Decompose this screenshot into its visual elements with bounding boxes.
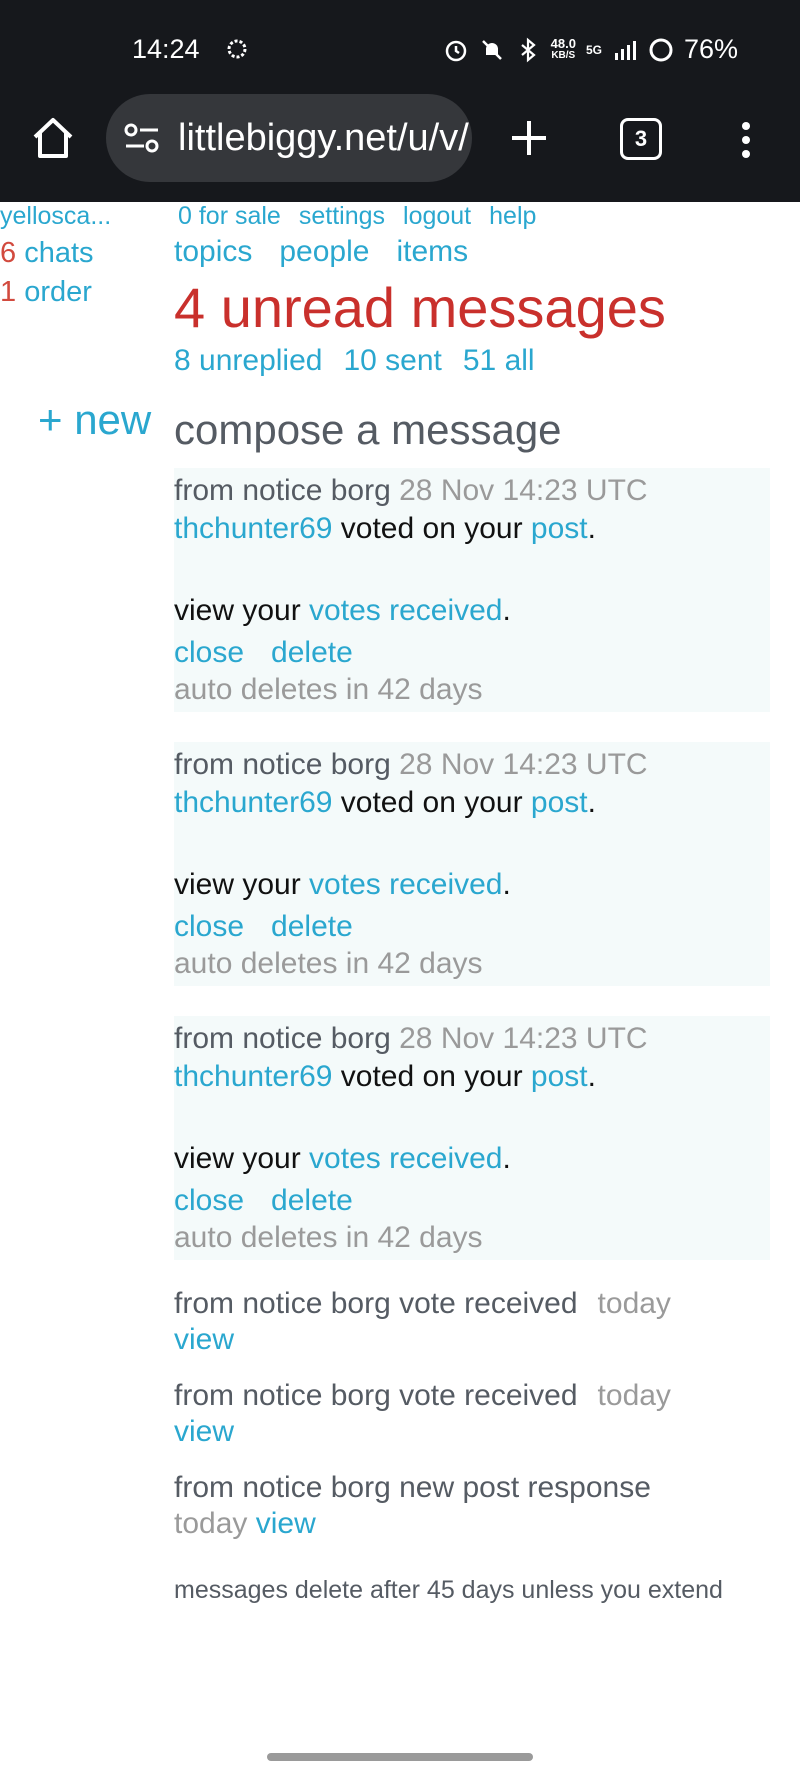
user-link[interactable]: thchunter69 <box>174 512 332 545</box>
all-link[interactable]: 51 all <box>463 344 535 378</box>
auto-delete-notice: auto deletes in 42 days <box>174 673 483 706</box>
top-nav: 0 for sale settings logout help <box>174 202 770 231</box>
settings-link[interactable]: settings <box>299 202 385 231</box>
site-settings-icon[interactable] <box>122 121 162 155</box>
alarm-icon <box>445 40 466 61</box>
view-link[interactable]: view <box>256 1507 316 1540</box>
orders-link[interactable]: 1 order <box>0 276 170 309</box>
signal-icon <box>614 40 636 60</box>
url-text[interactable]: littlebiggy.net/u/v/ <box>178 117 469 160</box>
notification-dot-icon <box>227 39 247 59</box>
delete-button[interactable]: delete <box>271 634 353 672</box>
chats-count: 6 <box>0 237 17 269</box>
status-time: 14:24 <box>132 34 200 64</box>
sidebar: yellosca... 6 chats 1 order <box>0 202 170 309</box>
battery-ring-icon <box>649 38 673 61</box>
network-type: 5G <box>585 42 602 57</box>
message-card: from notice borg 28 Nov 14:23 UTC thchun… <box>174 742 770 986</box>
message-from: from notice borg <box>174 1022 391 1055</box>
sent-link[interactable]: 10 sent <box>343 344 441 378</box>
orders-label: order <box>24 276 92 308</box>
delete-button[interactable]: delete <box>271 1182 353 1220</box>
post-link[interactable]: post <box>531 512 588 545</box>
view-link[interactable]: view <box>174 1415 234 1448</box>
retention-footnote: messages delete after 45 days unless you… <box>174 1576 723 1604</box>
view-text: view your <box>174 594 310 627</box>
notice-time: today <box>174 1507 248 1540</box>
notice-text: from notice borg vote received <box>174 1287 578 1320</box>
home-icon[interactable] <box>30 115 76 161</box>
new-tab-icon[interactable] <box>506 115 552 161</box>
message-card: from notice borg 28 Nov 14:23 UTC thchun… <box>174 468 770 712</box>
view-link[interactable]: view <box>174 1323 234 1356</box>
username-link[interactable]: yellosca... <box>0 202 118 231</box>
votes-received-link[interactable]: votes received <box>309 868 502 901</box>
notice-item: from notice borg vote received today view <box>174 1378 770 1450</box>
votes-received-link[interactable]: votes received <box>309 1142 502 1175</box>
user-link[interactable]: thchunter69 <box>174 1060 332 1093</box>
topics-link[interactable]: topics <box>174 235 252 269</box>
close-button[interactable]: close <box>174 634 244 672</box>
status-icons: 48.0 KB/S 5G 76% <box>443 34 738 65</box>
notice-text: from notice borg vote received <box>174 1379 578 1412</box>
network-speed: 48.0 KB/S <box>550 35 576 61</box>
post-link[interactable]: post <box>531 786 588 819</box>
notice-item: from notice borg vote received today view <box>174 1286 770 1358</box>
new-message-button[interactable]: + new <box>38 396 151 444</box>
compose-message-link[interactable]: compose a message <box>174 406 770 454</box>
message-card: from notice borg 28 Nov 14:23 UTC thchun… <box>174 1016 770 1260</box>
message-filters: 8 unreplied 10 sent 51 all <box>174 344 770 378</box>
auto-delete-notice: auto deletes in 42 days <box>174 947 483 980</box>
notice-time: today <box>597 1287 671 1320</box>
message-timestamp: 28 Nov 14:23 UTC <box>399 1022 648 1055</box>
orders-count: 1 <box>0 276 17 308</box>
voted-text: voted on your <box>332 1060 531 1093</box>
logout-link[interactable]: logout <box>403 202 471 231</box>
battery-percent: 76% <box>683 34 738 64</box>
auto-delete-notice: auto deletes in 42 days <box>174 1221 483 1254</box>
main-content: 0 for sale settings logout help topics p… <box>174 202 770 1605</box>
browser-chrome: 14:24 48.0 KB/S 5G 76% littlebiggy.net/u… <box>0 0 800 202</box>
message-timestamp: 28 Nov 14:23 UTC <box>399 474 648 507</box>
for-sale-link[interactable]: 0 for sale <box>178 202 281 231</box>
close-button[interactable]: close <box>174 1182 244 1220</box>
user-link[interactable]: thchunter69 <box>174 786 332 819</box>
chats-link[interactable]: 6 chats <box>0 237 170 270</box>
notice-time: today <box>597 1379 671 1412</box>
voted-text: voted on your <box>332 512 531 545</box>
tab-switcher-button[interactable]: 3 <box>620 118 662 160</box>
more-menu-icon[interactable] <box>736 120 756 160</box>
message-from: from notice borg <box>174 748 391 781</box>
section-nav: topics people items <box>174 235 770 269</box>
delete-button[interactable]: delete <box>271 908 353 946</box>
gesture-bar[interactable] <box>267 1753 533 1761</box>
page-title: 4 unread messages <box>174 276 666 339</box>
items-link[interactable]: items <box>396 235 468 269</box>
notice-text: from notice borg new post response <box>174 1471 651 1504</box>
view-text: view your <box>174 868 310 901</box>
address-bar[interactable]: littlebiggy.net/u/v/ <box>106 94 472 182</box>
mute-icon <box>481 39 502 60</box>
close-button[interactable]: close <box>174 908 244 946</box>
help-link[interactable]: help <box>489 202 536 231</box>
unreplied-link[interactable]: 8 unreplied <box>174 344 322 378</box>
chats-label: chats <box>24 237 94 269</box>
bluetooth-icon <box>520 37 536 62</box>
post-link[interactable]: post <box>531 1060 588 1093</box>
people-link[interactable]: people <box>279 235 369 269</box>
message-timestamp: 28 Nov 14:23 UTC <box>399 748 648 781</box>
votes-received-link[interactable]: votes received <box>309 594 502 627</box>
voted-text: voted on your <box>332 786 531 819</box>
notice-item: from notice borg new post response today… <box>174 1470 770 1542</box>
view-text: view your <box>174 1142 310 1175</box>
message-from: from notice borg <box>174 474 391 507</box>
